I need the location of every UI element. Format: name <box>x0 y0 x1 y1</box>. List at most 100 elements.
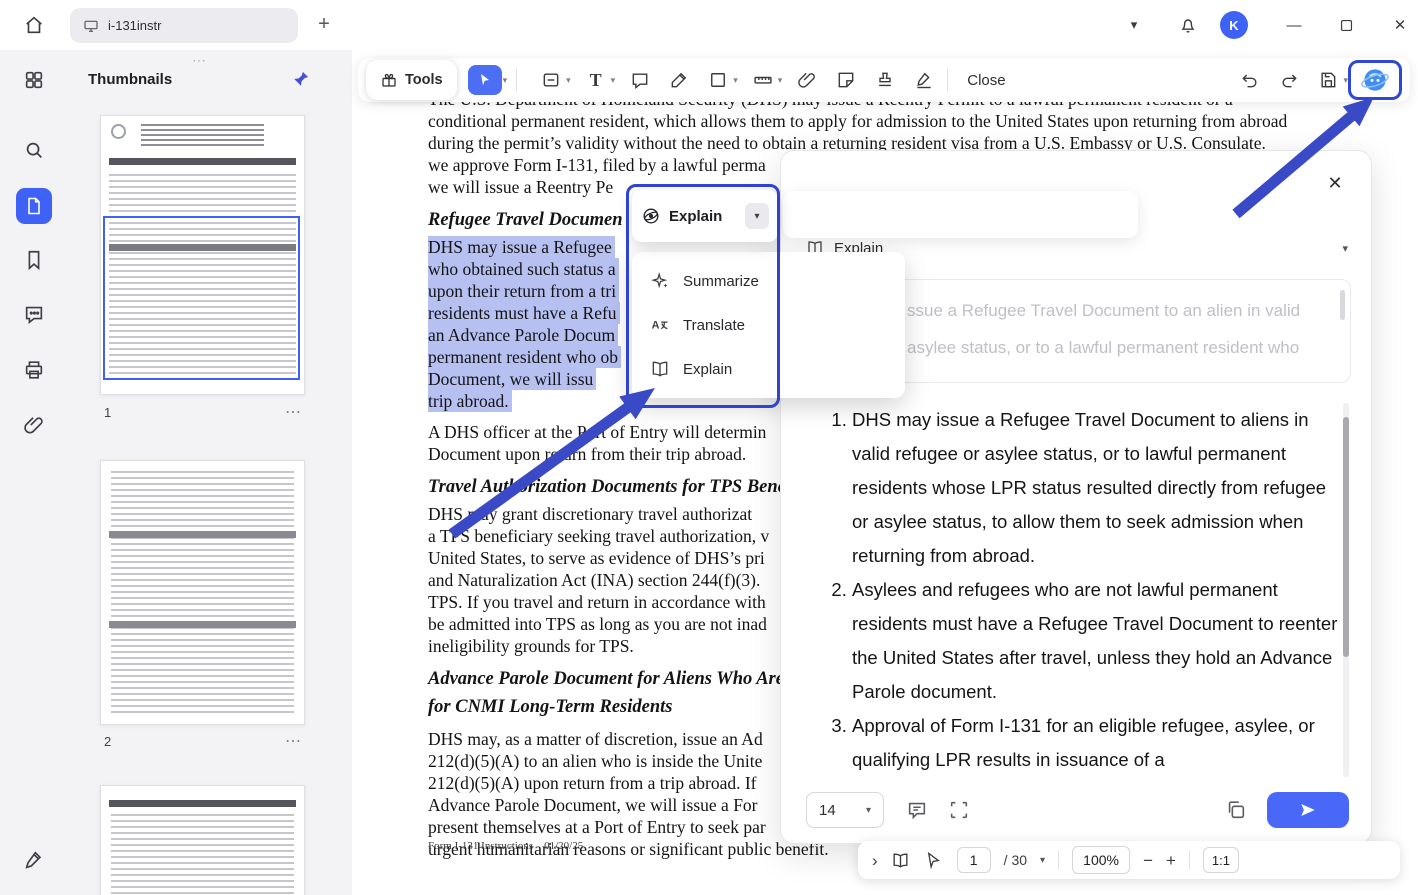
new-tab-icon[interactable]: + <box>312 12 336 36</box>
chevron-down-icon[interactable]: ▾ <box>1040 855 1045 866</box>
page-thumbnail-2[interactable] <box>100 460 305 725</box>
comment-icon[interactable] <box>23 303 45 325</box>
svg-text:A: A <box>652 319 660 331</box>
shape-icon <box>704 66 732 94</box>
zoom-in-icon[interactable]: + <box>1166 852 1176 869</box>
menu-item-label: Summarize <box>683 272 759 290</box>
divider <box>1058 850 1060 870</box>
menu-item-translate[interactable]: A Translate <box>632 303 905 347</box>
zoom-level-select[interactable]: 100% <box>1072 846 1131 874</box>
snapshot-icon[interactable] <box>948 799 970 821</box>
zoom-out-icon[interactable]: − <box>1143 852 1153 869</box>
menu-item-summarize[interactable]: Summarize <box>632 259 905 303</box>
page-thumbnail-3[interactable] <box>100 785 305 895</box>
more-icon[interactable]: ⋯ <box>285 402 305 422</box>
copy-icon[interactable] <box>1225 799 1247 821</box>
thumb-text-lines <box>111 471 294 714</box>
collapse-chevron-icon[interactable]: › <box>872 852 878 869</box>
minimize-icon[interactable]: — <box>1282 13 1306 37</box>
bookmark-icon[interactable] <box>23 249 45 271</box>
send-icon <box>1301 804 1315 816</box>
page-thumbnail-1[interactable] <box>100 115 305 395</box>
page-total-label: / 30 <box>1003 852 1028 868</box>
ai-action-menu: Summarize A Translate Explain <box>632 252 905 398</box>
chevron-down-icon[interactable]: ▾ <box>503 75 508 86</box>
chevron-down-icon[interactable]: ▾ <box>778 75 783 86</box>
gift-icon <box>382 73 396 87</box>
chevron-down-icon[interactable]: ▾ <box>1122 13 1146 37</box>
sidebar-item-thumbnails[interactable] <box>16 188 52 224</box>
undo-icon <box>1236 66 1264 94</box>
scrollbar-thumb[interactable] <box>1343 417 1349 657</box>
thumbnail-row-1: 1 ⋯ <box>100 402 305 422</box>
print-icon[interactable] <box>23 359 45 381</box>
user-avatar[interactable]: K <box>1220 11 1248 39</box>
close-icon[interactable]: ✕ <box>1388 13 1412 37</box>
page-navigation-bar: › 1 / 30 ▾ 100% − + 1:1 <box>858 841 1400 879</box>
ai-response-item: Approval of Form I-131 for an eligible r… <box>852 709 1338 777</box>
text-tool[interactable]: T ▾ <box>582 66 616 94</box>
sparkle-icon <box>651 272 668 289</box>
signature-icon[interactable] <box>23 849 45 871</box>
pdf-editor-app: The U.S. Department of Homeland Security… <box>0 0 1418 895</box>
cursor-mode-icon[interactable] <box>924 850 944 870</box>
ai-response-list: DHS may issue a Refugee Travel Document … <box>826 403 1338 777</box>
esign-tool[interactable] <box>910 66 938 94</box>
chevron-down-icon[interactable]: ▾ <box>733 75 738 86</box>
chevron-down-icon[interactable]: ▾ <box>611 75 616 86</box>
pen-icon <box>665 66 693 94</box>
attach-tool[interactable] <box>793 66 821 94</box>
search-icon[interactable] <box>23 139 45 161</box>
chevron-down-icon[interactable]: ▾ <box>566 75 571 86</box>
tools-button[interactable]: Tools <box>366 60 457 100</box>
stamp-icon <box>871 66 899 94</box>
response-scrollbar[interactable] <box>1343 403 1349 777</box>
page-number-input[interactable]: 1 <box>956 847 991 873</box>
book-open-icon[interactable] <box>891 850 911 870</box>
home-icon[interactable] <box>22 13 46 37</box>
redo-button[interactable] <box>1275 66 1303 94</box>
actual-size-button[interactable]: 1:1 <box>1202 847 1239 873</box>
explain-button-label: Explain <box>669 207 723 225</box>
document-tab[interactable]: i-131instr <box>70 8 298 43</box>
sticker-tool[interactable] <box>832 66 860 94</box>
shape-tool[interactable]: ▾ <box>704 66 738 94</box>
apps-grid-icon[interactable] <box>23 69 45 91</box>
notifications-bell-icon[interactable] <box>1176 13 1200 37</box>
ai-assistant-icon <box>1361 69 1389 91</box>
thumb-title-lines <box>141 124 264 148</box>
stamp-tool[interactable] <box>871 66 899 94</box>
highlight-icon <box>537 66 565 94</box>
chevron-down-icon[interactable]: ▾ <box>745 203 769 229</box>
close-icon[interactable]: ✕ <box>1325 173 1345 193</box>
menu-item-label: Explain <box>683 360 733 378</box>
quote-response-icon[interactable] <box>906 799 928 821</box>
chevron-down-icon[interactable]: ▾ <box>1342 242 1348 255</box>
ai-assistant-button[interactable] <box>1348 60 1402 100</box>
comment-tool[interactable] <box>626 66 654 94</box>
measure-tool[interactable]: ▾ <box>749 66 783 94</box>
pen-tool[interactable] <box>665 66 693 94</box>
save-button[interactable]: ▾ <box>1314 66 1348 94</box>
paperclip-icon[interactable] <box>23 414 45 436</box>
send-button[interactable] <box>1267 792 1349 828</box>
explain-action-button[interactable]: Explain ▾ <box>632 190 778 242</box>
tab-title: i-131instr <box>108 18 162 33</box>
close-toolbar-button[interactable]: Close <box>967 72 1005 89</box>
undo-button[interactable] <box>1236 66 1264 94</box>
pin-icon[interactable] <box>292 70 310 88</box>
maximize-icon[interactable] <box>1334 13 1358 37</box>
comment-bubble-icon <box>626 66 654 94</box>
thumbnail-selection-box <box>103 216 300 380</box>
divider <box>516 69 518 91</box>
more-icon[interactable]: ⋯ <box>285 731 305 751</box>
select-tool-group[interactable]: ▾ <box>467 65 508 95</box>
font-size-select[interactable]: 14 ▾ <box>806 792 884 828</box>
panel-drag-handle-icon[interactable]: ⋯ <box>192 52 208 69</box>
text-icon: T <box>589 69 602 90</box>
quote-scrollbar[interactable] <box>1340 290 1345 320</box>
menu-item-explain[interactable]: Explain <box>632 347 905 391</box>
select-cursor-icon[interactable] <box>467 65 502 95</box>
attachment-icon <box>793 66 821 94</box>
highlight-tool[interactable]: ▾ <box>537 66 571 94</box>
